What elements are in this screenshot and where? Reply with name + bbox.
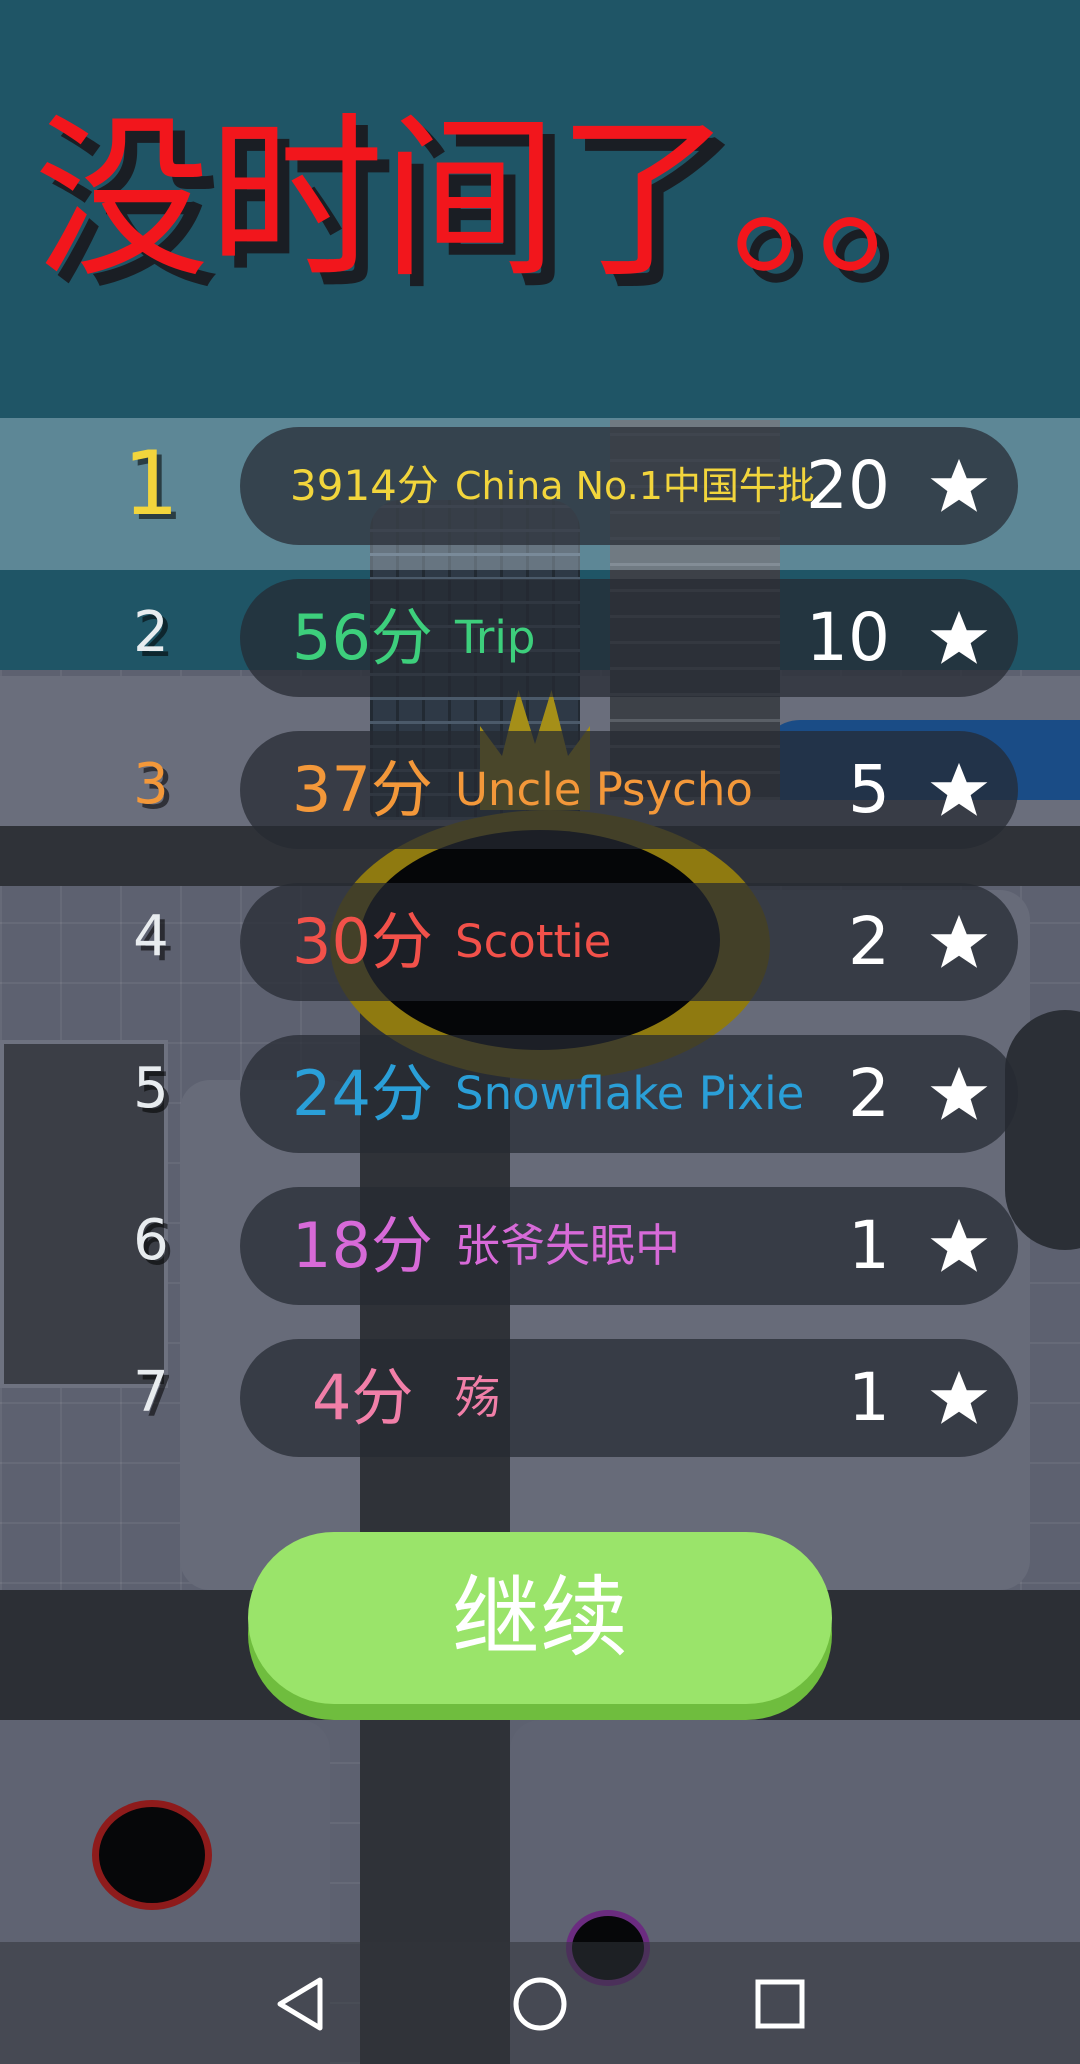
- rank-number: 6: [133, 1208, 169, 1273]
- player-score: 18分: [292, 1209, 433, 1282]
- player-entry: 24分 Snowflake Pixie 2: [240, 1035, 1018, 1153]
- rank-number: 3: [133, 752, 169, 817]
- player-name: Uncle Psycho: [455, 763, 753, 816]
- leaderboard-row: 3 37分 Uncle Psycho 5: [0, 722, 1080, 874]
- leaderboard-row: 1 3914分 China No.1中国牛批 20: [0, 418, 1080, 570]
- star-count: 1: [848, 1359, 890, 1436]
- page-title: 没时间了。。: [34, 97, 992, 302]
- leaderboard-row: 4 30分 Scottie 2: [0, 874, 1080, 1026]
- star-count: 5: [848, 751, 890, 828]
- star-icon: [930, 1370, 988, 1424]
- player-name: China No.1中国牛批: [455, 464, 815, 508]
- opponent-hole: [92, 1800, 212, 1910]
- player-name: 张爷失眠中: [455, 1219, 681, 1272]
- star-icon: [930, 762, 988, 816]
- rank-number: 5: [133, 1056, 169, 1121]
- player-entry: 4分殇 1: [240, 1339, 1018, 1457]
- player-score: 3914分: [290, 461, 439, 510]
- player-entry: 3914分 China No.1中国牛批 20: [240, 427, 1018, 545]
- star-count: 2: [848, 903, 890, 980]
- player-score: 37分: [292, 753, 433, 826]
- player-entry: 37分 Uncle Psycho 5: [240, 731, 1018, 849]
- leaderboard-row: 5 24分 Snowflake Pixie 2: [0, 1026, 1080, 1178]
- home-icon[interactable]: [508, 1972, 572, 2036]
- recents-icon[interactable]: [748, 1972, 812, 2036]
- player-entry: 30分 Scottie 2: [240, 883, 1018, 1001]
- rank-number: 1: [123, 432, 179, 535]
- player-score: 56分: [292, 601, 433, 674]
- player-name: Trip: [455, 611, 536, 664]
- leaderboard-row: 2 56分 Trip 10: [0, 570, 1080, 722]
- star-icon: [930, 610, 988, 664]
- back-icon[interactable]: [270, 1972, 334, 2036]
- leaderboard-row: 7 4分殇 1: [0, 1330, 1080, 1482]
- rank-number: 4: [133, 904, 169, 969]
- star-count: 20: [806, 447, 890, 524]
- rank-number: 7: [133, 1360, 169, 1425]
- leaderboard-row: 6 18分 张爷失眠中 1: [0, 1178, 1080, 1330]
- star-icon: [930, 914, 988, 968]
- android-navbar: [0, 1942, 1080, 2064]
- star-icon: [930, 1218, 988, 1272]
- star-icon: [930, 1066, 988, 1120]
- star-icon: [930, 458, 988, 512]
- player-name: Scottie: [455, 915, 612, 968]
- player-name: Snowflake Pixie: [455, 1067, 805, 1120]
- star-count: 1: [848, 1207, 890, 1284]
- continue-button[interactable]: 继续: [248, 1532, 832, 1704]
- player-entry: 18分 张爷失眠中 1: [240, 1187, 1018, 1305]
- player-score: 30分: [292, 905, 433, 978]
- player-entry: 56分 Trip 10: [240, 579, 1018, 697]
- player-score: 4分: [312, 1361, 414, 1434]
- player-name: 殇: [455, 1371, 501, 1424]
- star-count: 2: [848, 1055, 890, 1132]
- star-count: 10: [806, 599, 890, 676]
- player-score: 24分: [292, 1057, 433, 1130]
- rank-number: 2: [133, 600, 169, 665]
